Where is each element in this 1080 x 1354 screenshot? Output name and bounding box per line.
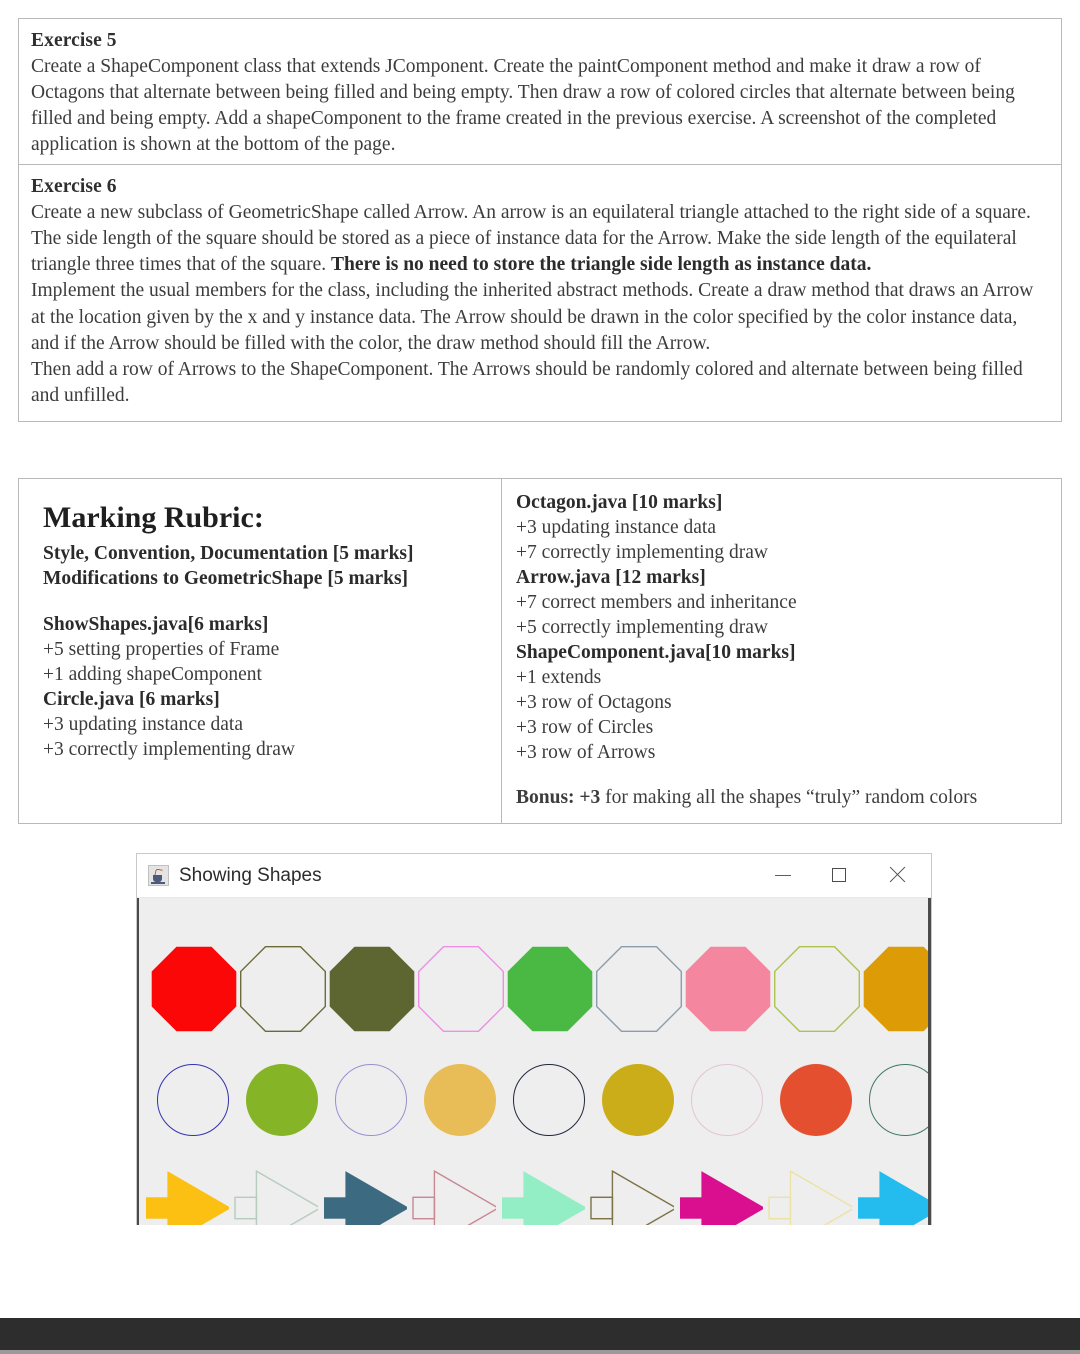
rubric-spacer	[43, 592, 489, 613]
octagon-shape	[417, 945, 504, 1032]
arrow-shape	[679, 1166, 763, 1225]
exercise-6-p1-bold: There is no need to store the triangle s…	[330, 254, 872, 276]
maximize-icon	[832, 868, 846, 882]
rubric-left-column: Marking Rubric: Style, Convention, Docum…	[19, 479, 502, 824]
circle-shape	[780, 1064, 852, 1136]
shape-layer	[139, 898, 928, 1225]
exercise-6-paragraph-2: Implement the usual members for the clas…	[31, 280, 1034, 354]
octagon-shape	[151, 946, 237, 1032]
exercise-5-block: Exercise 5 Create a ShapeComponent class…	[18, 18, 1062, 172]
taskbar	[0, 1318, 1080, 1350]
rubric-line: Octagon.java [10 marks]	[516, 492, 723, 513]
minimize-icon	[775, 874, 791, 876]
window-title: Showing Shapes	[179, 864, 322, 886]
showing-shapes-window: Showing Shapes	[136, 853, 932, 1225]
rubric-line: +5 setting properties of Frame	[43, 638, 280, 660]
exercise-6-cell: Exercise 6 Create a new subclass of Geom…	[19, 165, 1061, 421]
minimize-button[interactable]	[757, 854, 809, 896]
arrow-shape	[234, 1166, 318, 1225]
rubric-line: +3 row of Arrows	[516, 741, 656, 763]
exercise-5-title: Exercise 5	[31, 30, 117, 51]
arrow-shape	[590, 1166, 674, 1225]
shape-component-canvas	[137, 898, 931, 1225]
circle-shape	[513, 1064, 585, 1136]
circle-shape	[335, 1064, 407, 1136]
exercise-6-paragraph-1: Create a new subclass of GeometricShape …	[31, 200, 1049, 279]
close-icon	[888, 866, 906, 884]
octagon-shape	[595, 945, 682, 1032]
rubric-bonus-text: for making all the shapes “truly” random…	[600, 787, 978, 809]
circle-shape	[157, 1064, 229, 1136]
arrow-shape	[145, 1166, 229, 1225]
rubric-line: Modifications to GeometricShape [5 marks…	[43, 567, 409, 589]
rubric-line: +1 adding shapeComponent	[43, 663, 262, 685]
taskbar-bottom-edge	[0, 1350, 1080, 1354]
circle-shape	[246, 1064, 318, 1136]
rubric-line: +3 row of Octagons	[516, 691, 672, 713]
rubric-line: Circle.java [6 marks]	[43, 688, 220, 710]
exercise-6-paragraph-3: Then add a row of Arrows to the ShapeCom…	[31, 359, 1023, 407]
octagon-shape	[329, 946, 415, 1032]
rubric-bonus-line: Bonus: +3 for making all the shapes “tru…	[516, 786, 1049, 811]
rubric-line: ShapeComponent.java[10 marks]	[516, 641, 796, 663]
rubric-heading: Marking Rubric:	[43, 501, 264, 534]
rubric-line: +7 correctly implementing draw	[516, 541, 768, 563]
rubric-right-column: Octagon.java [10 marks] +3 updating insta…	[502, 479, 1061, 823]
arrow-shape	[323, 1166, 407, 1225]
exercise-5-body: Create a ShapeComponent class that exten…	[31, 55, 1015, 156]
document-page: Exercise 5 Create a ShapeComponent class…	[0, 0, 1080, 1318]
close-button[interactable]	[871, 854, 923, 896]
octagon-shape	[863, 946, 928, 1032]
arrow-shape	[857, 1166, 928, 1225]
circle-shape	[424, 1064, 496, 1136]
arrow-shape	[412, 1166, 496, 1225]
rubric-line: Arrow.java [12 marks]	[516, 566, 706, 588]
octagon-shape	[685, 946, 771, 1032]
rubric-line: +3 correctly implementing draw	[43, 738, 295, 760]
arrow-shape	[768, 1166, 852, 1225]
rubric-line: +1 extends	[516, 666, 602, 688]
rubric-line: +3 updating instance data	[43, 713, 243, 735]
circle-shape	[869, 1064, 928, 1136]
rubric-bonus-label: Bonus: +3	[516, 787, 601, 809]
exercise-6-block: Exercise 6 Create a new subclass of Geom…	[18, 164, 1062, 423]
rubric-left-lines: Style, Convention, Documentation [5 mark…	[31, 542, 489, 763]
octagon-shape	[239, 945, 326, 1032]
rubric-line: +7 correct members and inheritance	[516, 591, 797, 613]
java-coffee-cup-icon	[148, 865, 169, 886]
rubric-line: ShowShapes.java[6 marks]	[43, 613, 269, 635]
exercise-6-title: Exercise 6	[31, 176, 117, 197]
rubric-line: +5 correctly implementing draw	[516, 616, 768, 638]
octagon-shape	[507, 946, 593, 1032]
arrow-shape	[501, 1166, 585, 1225]
window-titlebar[interactable]: Showing Shapes	[137, 854, 931, 898]
rubric-right-lines: Octagon.java [10 marks] +3 updating insta…	[516, 491, 1049, 786]
octagon-shape	[773, 945, 860, 1032]
marking-rubric-block: Marking Rubric: Style, Convention, Docum…	[18, 478, 1062, 825]
exercise-5-cell: Exercise 5 Create a ShapeComponent class…	[19, 19, 1061, 171]
rubric-line: Style, Convention, Documentation [5 mark…	[43, 543, 414, 564]
rubric-spacer	[516, 765, 1049, 786]
circle-shape	[691, 1064, 763, 1136]
rubric-line: +3 row of Circles	[516, 716, 654, 738]
circle-shape	[602, 1064, 674, 1136]
maximize-button[interactable]	[813, 854, 865, 896]
rubric-line: +3 updating instance data	[516, 516, 716, 538]
